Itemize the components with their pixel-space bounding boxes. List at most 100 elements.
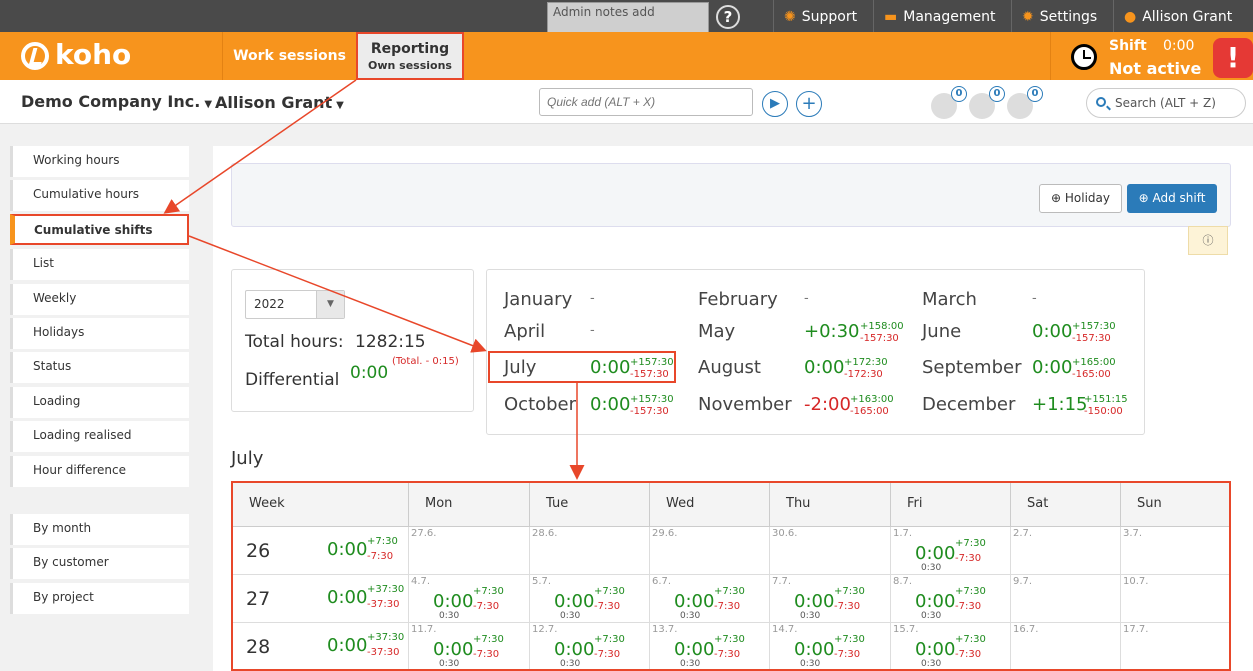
day-cell[interactable]: 6.7. 0:00 0:30 +7:30 -7:30 <box>649 575 769 623</box>
sub-header: Demo Company Inc.▼ Allison Grant▼ ▶ + 0 … <box>0 80 1253 124</box>
day-cell[interactable]: 10.7. <box>1120 575 1229 623</box>
day-plus: +7:30 <box>594 586 625 597</box>
month-value: -2:00 <box>804 394 851 415</box>
day-cell[interactable]: 12.7. 0:00 0:30 +7:30 -7:30 <box>529 623 649 669</box>
day-cell[interactable]: 14.7. 0:00 0:30 +7:30 -7:30 <box>769 623 890 669</box>
day-cell[interactable]: 13.7. 0:00 0:30 +7:30 -7:30 <box>649 623 769 669</box>
person-selector[interactable]: Allison Grant ▼ <box>215 93 344 112</box>
sidebar-item-holidays[interactable]: Holidays <box>10 318 189 349</box>
help-icon[interactable]: ? <box>716 5 740 29</box>
day-cell[interactable]: 11.7. 0:00 0:30 +7:30 -7:30 <box>408 623 529 669</box>
header-wed: Wed <box>649 483 769 527</box>
lifebuoy-icon: ✺ <box>784 9 796 25</box>
header-sun: Sun <box>1120 483 1229 527</box>
settings-link[interactable]: ✹ Settings <box>1011 0 1112 32</box>
sidebar-item-cumulative-shifts[interactable]: Cumulative shifts <box>10 214 189 245</box>
sidebar-item-weekly[interactable]: Weekly <box>10 284 189 315</box>
sidebar-item-loading-realised[interactable]: Loading realised <box>10 421 189 452</box>
day-cell[interactable]: 27.6. <box>408 527 529 575</box>
admin-notes-field[interactable]: Admin notes add <box>547 2 709 33</box>
info-icon[interactable]: ⓘ <box>1188 226 1228 255</box>
day-cell[interactable]: 17.7. <box>1120 623 1229 669</box>
day-cell[interactable]: 9.7. <box>1010 575 1120 623</box>
user-icon: ● <box>1124 9 1137 25</box>
day-date: 2.7. <box>1013 528 1033 539</box>
users-icon[interactable]: 0 <box>969 86 1005 119</box>
day-break: 0:30 <box>800 659 821 669</box>
sidebar-item-status[interactable]: Status <box>10 352 189 383</box>
day-cell[interactable]: 2.7. <box>1010 527 1120 575</box>
tasks-icon[interactable]: 0 <box>931 86 967 119</box>
day-cell[interactable]: 15.7. 0:00 0:30 +7:30 -7:30 <box>890 623 1010 669</box>
day-cell[interactable]: 28.6. <box>529 527 649 575</box>
year-summary-panel: 2022 ▼ Total hours: 1282:15 Differential… <box>231 269 474 412</box>
day-total: 0:00 <box>674 591 715 612</box>
day-cell[interactable]: 5.7. 0:00 0:30 +7:30 -7:30 <box>529 575 649 623</box>
shift-status-box[interactable]: Shift 0:00 Not active <box>1050 32 1210 80</box>
sidebar-item-list[interactable]: List <box>10 249 189 280</box>
day-cell[interactable]: 7.7. 0:00 0:30 +7:30 -7:30 <box>769 575 890 623</box>
day-cell[interactable]: 30.6. <box>769 527 890 575</box>
day-break: 0:30 <box>439 611 460 621</box>
day-cell[interactable]: 4.7. 0:00 0:30 +7:30 -7:30 <box>408 575 529 623</box>
alert-button[interactable]: ! <box>1213 38 1253 78</box>
notification-badge: 0 <box>951 86 967 102</box>
month-name[interactable]: April <box>504 321 545 342</box>
month-name[interactable]: December <box>922 394 1015 415</box>
day-total: 0:00 <box>433 591 474 612</box>
day-plus: +7:30 <box>834 586 865 597</box>
search-input[interactable]: Search (ALT + Z) <box>1086 88 1246 118</box>
sidebar-item-by-month[interactable]: By month <box>10 514 189 545</box>
company-selector[interactable]: Demo Company Inc. ▼ <box>21 92 212 111</box>
sidebar-item-cumulative-hours[interactable]: Cumulative hours <box>10 180 189 211</box>
sidebar-item-by-project[interactable]: By project <box>10 583 189 614</box>
year-select[interactable]: 2022 ▼ <box>245 290 345 319</box>
day-total: 0:00 <box>915 591 956 612</box>
holiday-button[interactable]: ⊕ Holiday <box>1039 184 1122 213</box>
month-name[interactable]: February <box>698 289 778 310</box>
tab-reporting[interactable]: Reporting Own sessions <box>356 32 464 80</box>
month-value: 0:00 <box>1032 321 1073 342</box>
month-name[interactable]: October <box>504 394 576 415</box>
logo[interactable]: koho <box>55 38 131 71</box>
month-name[interactable]: March <box>922 289 977 310</box>
month-name[interactable]: May <box>698 321 735 342</box>
week-cell: 28 0:00 +37:30 -37:30 <box>233 623 408 669</box>
day-cell[interactable]: 8.7. 0:00 0:30 +7:30 -7:30 <box>890 575 1010 623</box>
sidebar-item-by-customer[interactable]: By customer <box>10 548 189 579</box>
messages-icon[interactable]: 0 <box>1007 86 1043 119</box>
add-shift-button[interactable]: ⊕ Add shift <box>1127 184 1217 213</box>
tab-work-sessions[interactable]: Work sessions <box>222 32 356 80</box>
month-name[interactable]: September <box>922 357 1022 378</box>
day-cell[interactable]: 16.7. <box>1010 623 1120 669</box>
week-minus: -7:30 <box>367 551 394 562</box>
user-menu[interactable]: ● Allison Grant <box>1113 0 1253 32</box>
day-cell[interactable]: 29.6. <box>649 527 769 575</box>
week-total: 0:00 <box>327 635 368 656</box>
differential-value: 0:00 <box>350 363 389 383</box>
sidebar-item-hour-difference[interactable]: Hour difference <box>10 456 189 487</box>
day-minus: -7:30 <box>594 649 621 660</box>
table-row: 27 0:00 +37:30 -37:30 4.7. 0:00 0:30 +7:30 -7:30… <box>233 575 1229 623</box>
person-name: Allison Grant <box>215 93 333 112</box>
day-total: 0:00 <box>433 639 474 660</box>
month-name[interactable]: June <box>922 321 961 342</box>
month-name[interactable]: August <box>698 357 761 378</box>
sidebar-item-loading[interactable]: Loading <box>10 387 189 418</box>
management-link[interactable]: ▬ Management <box>873 0 1011 32</box>
sidebar-item-working-hours[interactable]: Working hours <box>10 146 189 177</box>
support-link[interactable]: ✺ Support <box>773 0 872 32</box>
month-name[interactable]: January <box>504 289 572 310</box>
day-total: 0:00 <box>794 639 835 660</box>
month-name[interactable]: November <box>698 394 792 415</box>
company-name: Demo Company Inc. <box>21 92 201 111</box>
play-button[interactable]: ▶ <box>762 91 788 117</box>
day-cell[interactable]: 3.7. <box>1120 527 1229 575</box>
day-date: 27.6. <box>411 528 437 539</box>
day-plus: +7:30 <box>594 634 625 645</box>
day-cell[interactable]: 1.7. 0:00 0:30 +7:30 -7:30 <box>890 527 1010 575</box>
add-button[interactable]: + <box>796 91 822 117</box>
quick-add-input[interactable] <box>539 88 753 116</box>
day-plus: +7:30 <box>834 634 865 645</box>
month-plus: +157:30 <box>630 394 674 405</box>
